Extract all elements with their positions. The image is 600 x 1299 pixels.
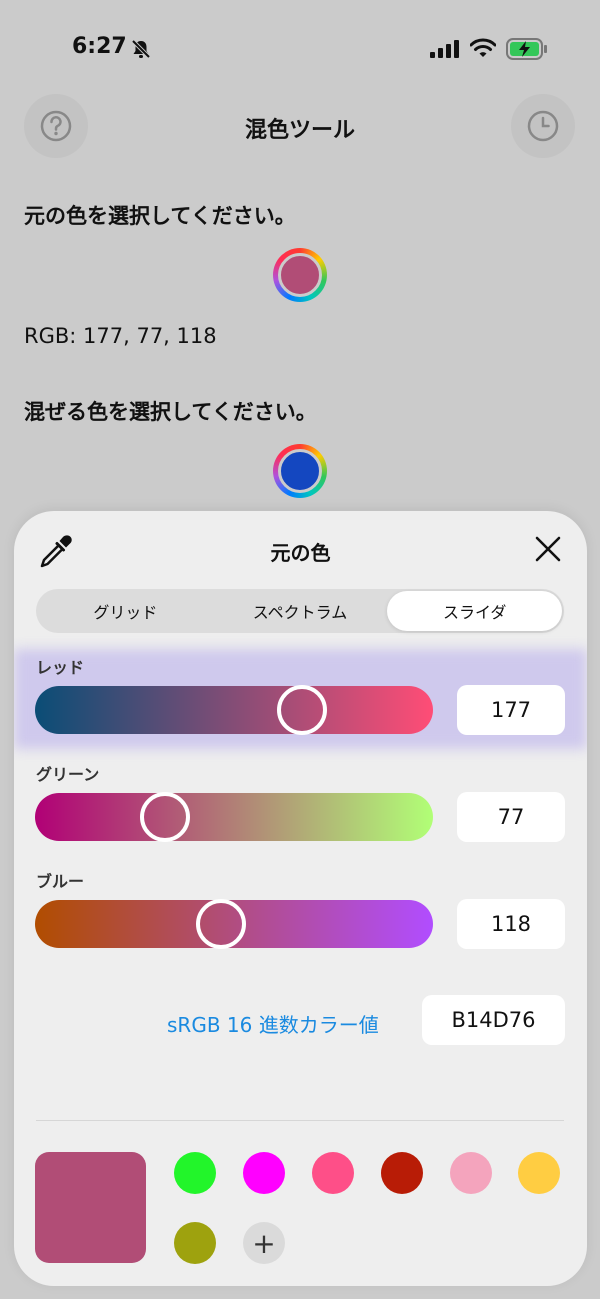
green-slider-label: グリーン [36,765,100,784]
original-color-preview [278,253,322,297]
hex-value-field[interactable]: B14D76 [422,995,565,1045]
current-color-preview [35,1152,146,1263]
cellular-signal-icon [430,40,459,58]
saved-color-swatch[interactable] [381,1152,423,1194]
blue-slider-label: ブルー [36,872,85,891]
blue-slider-thumb[interactable] [196,899,247,949]
picker-mode-tabs: グリッド スペクトラム スライダ [36,589,564,633]
history-button[interactable] [511,94,575,158]
status-time: 6:27 [72,34,127,59]
battery-charging-icon [506,38,547,60]
saved-color-swatch[interactable] [450,1152,492,1194]
blue-slider[interactable] [35,899,433,949]
saved-color-swatch[interactable] [174,1152,216,1194]
bell-slash-icon [131,39,151,59]
divider [36,1120,564,1121]
saved-color-swatch[interactable] [518,1152,560,1194]
saved-color-swatch[interactable] [243,1152,285,1194]
mix-color-well[interactable] [273,444,327,498]
wifi-icon [470,38,496,57]
tab-sliders[interactable]: スライダ [387,591,563,631]
color-picker-sheet: 元の色 グリッド スペクトラム スライダ レッド 177 グリーン 77 ブルー… [14,511,587,1286]
red-slider[interactable] [35,685,433,735]
green-value-field[interactable]: 77 [457,792,565,842]
hex-value-label: sRGB 16 進数カラー値 [167,1013,379,1037]
green-slider[interactable] [35,792,433,842]
close-icon[interactable] [534,535,562,563]
sheet-title: 元の色 [270,541,331,565]
red-value-field[interactable]: 177 [457,685,565,735]
tab-grid[interactable]: グリッド [38,591,213,631]
original-color-label: 元の色を選択してください。 [24,204,296,228]
add-color-button[interactable]: + [243,1222,285,1264]
saved-color-swatch[interactable] [174,1222,216,1264]
mix-color-preview [278,449,322,493]
mix-color-label: 混ぜる色を選択してください。 [24,400,317,424]
red-slider-thumb[interactable] [276,685,327,735]
tab-spectrum[interactable]: スペクトラム [213,591,388,631]
green-slider-thumb[interactable] [140,792,191,842]
saved-color-swatch[interactable] [312,1152,354,1194]
blue-value-field[interactable]: 118 [457,899,565,949]
page-title: 混色ツール [244,118,355,143]
red-slider-label: レッド [36,658,85,677]
rgb-value-text: RGB: 177, 77, 118 [24,324,217,348]
original-color-well[interactable] [273,248,327,302]
clock-icon [527,110,559,142]
